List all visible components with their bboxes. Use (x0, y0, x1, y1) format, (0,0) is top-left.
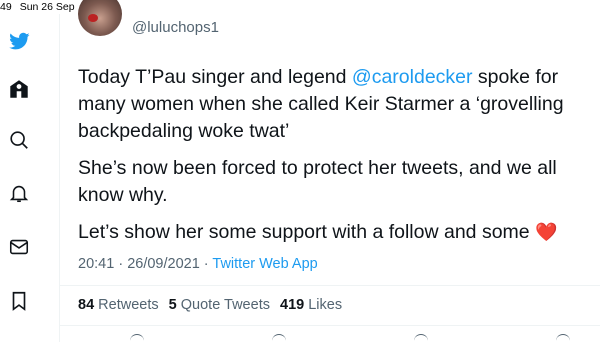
tweet-paragraph-1: Today T’Pau singer and legend @caroldeck… (78, 64, 578, 145)
share-icon[interactable] (556, 334, 570, 342)
status-time: 49 (0, 1, 12, 13)
retweets-stat[interactable]: 84 Retweets (78, 297, 165, 313)
tweet-author[interactable]: @luluchops1 (78, 0, 219, 50)
twitter-logo-icon[interactable] (6, 28, 32, 54)
tweet-detail: @luluchops1 Today T’Pau singer and legen… (60, 0, 600, 342)
quote-tweets-stat[interactable]: 5 Quote Tweets (169, 297, 276, 313)
tweet-text: Today T’Pau singer and legend @caroldeck… (78, 64, 578, 256)
quote-tweets-label: Quote Tweets (180, 297, 270, 313)
notifications-bell-icon[interactable] (6, 180, 32, 206)
tweet-stats: 84 Retweets 5 Quote Tweets 419 Likes (78, 297, 342, 313)
retweets-label: Retweets (98, 297, 159, 313)
tweet-meta: 20:41 · 26/09/2021 · Twitter Web App (78, 256, 318, 272)
tweet-actions (130, 334, 570, 342)
tweet-paragraph-3: Let’s show her some support with a follo… (78, 219, 578, 246)
mention-link[interactable]: @caroldecker (352, 66, 473, 88)
retweets-count: 84 (78, 297, 95, 313)
meta-separator-1: · (114, 256, 128, 272)
avatar[interactable] (78, 0, 122, 36)
likes-label: Likes (308, 297, 343, 313)
author-handle[interactable]: @luluchops1 (132, 19, 219, 36)
like-icon[interactable] (414, 334, 428, 342)
divider-top (60, 285, 600, 286)
paragraph-3-text: Let’s show her some support with a follo… (78, 221, 536, 243)
heart-emoji-icon: ❤️ (535, 222, 558, 242)
meta-separator-2: · (199, 256, 213, 272)
quote-tweets-count: 5 (168, 297, 177, 313)
divider-bottom (60, 325, 600, 326)
tweet-time[interactable]: 20:41 (78, 256, 114, 272)
bookmarks-icon[interactable] (6, 288, 32, 314)
sidebar-nav (0, 14, 60, 342)
reply-icon[interactable] (130, 334, 144, 342)
explore-search-icon[interactable] (6, 127, 32, 153)
messages-mail-icon[interactable] (6, 234, 32, 260)
home-icon[interactable] (6, 76, 32, 102)
retweet-icon[interactable] (272, 334, 286, 342)
tweet-date[interactable]: 26/09/2021 (127, 256, 200, 272)
likes-stat[interactable]: 419 Likes (280, 297, 342, 313)
paragraph-1-start: Today T’Pau singer and legend (78, 66, 352, 88)
likes-count: 419 (280, 297, 305, 313)
tweet-source[interactable]: Twitter Web App (212, 256, 317, 272)
tweet-paragraph-2: She’s now been forced to protect her twe… (78, 157, 557, 206)
